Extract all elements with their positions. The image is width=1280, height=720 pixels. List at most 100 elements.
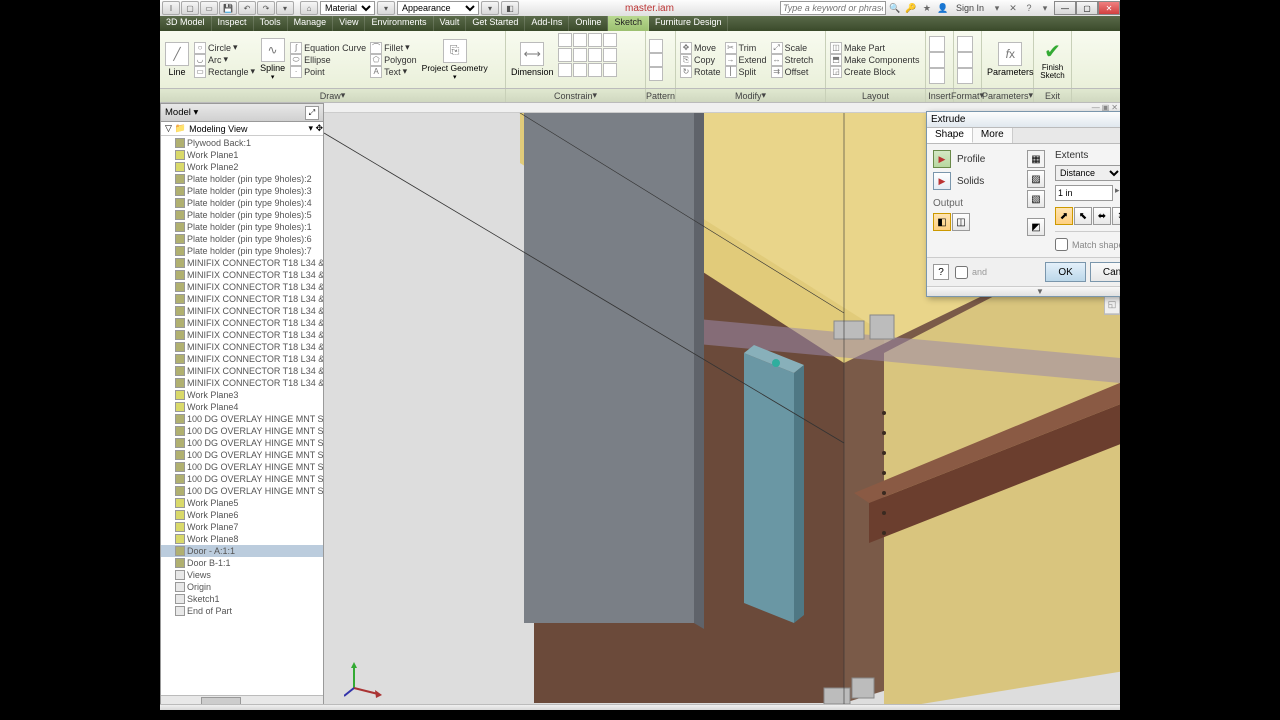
circ-pattern-icon[interactable] bbox=[649, 53, 663, 67]
direction-asym-icon[interactable]: ⬍ bbox=[1112, 207, 1120, 225]
tree-item[interactable]: 100 DG OVERLAY HINGE MNT SCRE bbox=[161, 473, 323, 485]
tab-more[interactable]: More bbox=[973, 128, 1013, 143]
tree-item[interactable]: 100 DG OVERLAY HINGE MNT SCRE bbox=[161, 449, 323, 461]
dialog-expand-button[interactable]: ▼ bbox=[927, 286, 1120, 296]
tree-item[interactable]: Plate holder (pin type 9holes):5 bbox=[161, 209, 323, 221]
rect-pattern-icon[interactable] bbox=[649, 39, 663, 53]
collinear-icon[interactable] bbox=[573, 33, 587, 47]
browser-tree[interactable]: Plywood Back:1Work Plane1Work Plane2Plat… bbox=[161, 136, 323, 695]
ellipse-button[interactable]: ⬭Ellipse bbox=[289, 54, 367, 66]
tab-inspect[interactable]: Inspect bbox=[212, 16, 254, 31]
tab-tools[interactable]: Tools bbox=[254, 16, 288, 31]
new-icon[interactable]: ▢ bbox=[181, 1, 199, 15]
material-pick-icon[interactable]: ▾ bbox=[377, 1, 395, 15]
dialog-help-icon[interactable]: ? bbox=[933, 264, 949, 280]
mirror-icon[interactable] bbox=[649, 67, 663, 81]
help-search-input[interactable] bbox=[780, 1, 886, 15]
make-part-button[interactable]: ◫Make Part bbox=[829, 42, 921, 54]
op-intersect-icon[interactable]: ▧ bbox=[1027, 190, 1045, 208]
tree-item[interactable]: 100 DG OVERLAY HINGE MNT SCRE bbox=[161, 485, 323, 497]
tab-3d-model[interactable]: 3D Model bbox=[160, 16, 212, 31]
tree-item[interactable]: Work Plane6 bbox=[161, 509, 323, 521]
split-button[interactable]: ⎮Split bbox=[724, 66, 768, 78]
arc-button[interactable]: ◡Arc ▾ bbox=[193, 54, 256, 66]
finish-sketch-button[interactable]: ✔Finish Sketch bbox=[1037, 33, 1068, 86]
app-menu-icon[interactable]: I bbox=[162, 1, 180, 15]
tree-item[interactable]: Plywood Back:1 bbox=[161, 137, 323, 149]
stretch-button[interactable]: ↔Stretch bbox=[770, 54, 815, 66]
horizontal-icon[interactable] bbox=[588, 48, 602, 62]
tab-shape[interactable]: Shape bbox=[927, 128, 973, 143]
circle-button[interactable]: ○Circle ▾ bbox=[193, 42, 256, 54]
undo-icon[interactable]: ↶ bbox=[238, 1, 256, 15]
material-dropdown[interactable]: Material bbox=[320, 1, 375, 15]
cancel-button[interactable]: Cancel bbox=[1090, 262, 1120, 282]
save-icon[interactable]: 💾 bbox=[219, 1, 237, 15]
trim-button[interactable]: ✂Trim bbox=[724, 42, 768, 54]
sign-in-link[interactable]: Sign In bbox=[956, 3, 984, 13]
direction-sym-icon[interactable]: ⬌ bbox=[1093, 207, 1111, 225]
tree-item[interactable]: Work Plane1 bbox=[161, 149, 323, 161]
tree-item[interactable]: MINIFIX CONNECTOR T18 L34 & 2W bbox=[161, 365, 323, 377]
tab-get-started[interactable]: Get Started bbox=[466, 16, 525, 31]
tab-view[interactable]: View bbox=[333, 16, 365, 31]
tree-item[interactable]: Plate holder (pin type 9holes):1 bbox=[161, 221, 323, 233]
ok-button[interactable]: OK bbox=[1045, 262, 1085, 282]
tab-furniture-design[interactable]: Furniture Design bbox=[649, 16, 729, 31]
text-button[interactable]: AText ▾ bbox=[369, 66, 418, 78]
tree-item[interactable]: Sketch1 bbox=[161, 593, 323, 605]
make-components-button[interactable]: ⬒Make Components bbox=[829, 54, 921, 66]
tab-manage[interactable]: Manage bbox=[288, 16, 334, 31]
dialog-titlebar[interactable]: Extrude ✕ bbox=[927, 112, 1120, 128]
sign-in-menu-icon[interactable]: ▾ bbox=[990, 1, 1004, 15]
tab-environments[interactable]: Environments bbox=[365, 16, 433, 31]
tree-item[interactable]: Plate holder (pin type 9holes):2 bbox=[161, 173, 323, 185]
tree-item[interactable]: MINIFIX CONNECTOR T18 L34 & 2W bbox=[161, 329, 323, 341]
tree-item[interactable]: Work Plane8 bbox=[161, 533, 323, 545]
tree-item[interactable]: 100 DG OVERLAY HINGE MNT SCRE bbox=[161, 413, 323, 425]
open-icon[interactable]: ▭ bbox=[200, 1, 218, 15]
search-icon[interactable]: 🔍 bbox=[888, 1, 902, 15]
help-icon[interactable]: ? bbox=[1022, 1, 1036, 15]
tangent-icon[interactable] bbox=[558, 63, 572, 77]
point-button[interactable]: ·Point bbox=[289, 66, 367, 78]
browser-view-row[interactable]: ▽ 📁 Modeling View ▾ ✥ bbox=[161, 122, 323, 136]
tree-item[interactable]: MINIFIX CONNECTOR T18 L34 & 2W bbox=[161, 377, 323, 389]
tree-item[interactable]: MINIFIX CONNECTOR T18 L34 & 2W bbox=[161, 305, 323, 317]
output-solid-icon[interactable]: ◧ bbox=[933, 213, 951, 231]
tree-item[interactable]: Plate holder (pin type 9holes):4 bbox=[161, 197, 323, 209]
tree-item[interactable]: 100 DG OVERLAY HINGE MNT SCRE bbox=[161, 461, 323, 473]
rectangle-button[interactable]: ▭Rectangle ▾ bbox=[193, 66, 256, 78]
tree-item[interactable]: Views bbox=[161, 569, 323, 581]
help-menu-icon[interactable]: ▾ bbox=[1038, 1, 1052, 15]
direction-2-icon[interactable]: ⬉ bbox=[1074, 207, 1092, 225]
tree-item[interactable]: MINIFIX CONNECTOR T18 L34 & 2W bbox=[161, 317, 323, 329]
tree-item[interactable]: Work Plane4 bbox=[161, 401, 323, 413]
tab-vault[interactable]: Vault bbox=[434, 16, 467, 31]
smooth-icon[interactable] bbox=[573, 63, 587, 77]
appearance-pick-icon[interactable]: ▾ bbox=[481, 1, 499, 15]
close-button[interactable]: ✕ bbox=[1098, 1, 1120, 15]
perpendicular-icon[interactable] bbox=[573, 48, 587, 62]
extents-mode-dropdown[interactable]: Distance bbox=[1055, 165, 1120, 181]
equal-icon[interactable] bbox=[603, 63, 617, 77]
tree-item[interactable]: Work Plane5 bbox=[161, 497, 323, 509]
match-shape-checkbox[interactable] bbox=[1055, 238, 1068, 251]
minimize-button[interactable]: — bbox=[1054, 1, 1076, 15]
dimension-button[interactable]: ⟷Dimension bbox=[509, 33, 556, 86]
project-geometry-button[interactable]: ⎘Project Geometry▾ bbox=[420, 33, 490, 86]
centerline-icon[interactable] bbox=[957, 52, 973, 68]
user-icon[interactable]: 👤 bbox=[936, 1, 950, 15]
direction-1-icon[interactable]: ⬈ bbox=[1055, 207, 1073, 225]
tree-item[interactable]: Origin bbox=[161, 581, 323, 593]
tree-item[interactable]: Door - A:1:1 bbox=[161, 545, 323, 557]
create-block-button[interactable]: ◲Create Block bbox=[829, 66, 921, 78]
tab-add-ins[interactable]: Add-Ins bbox=[525, 16, 569, 31]
rotate-button[interactable]: ↻Rotate bbox=[679, 66, 722, 78]
tree-item[interactable]: MINIFIX CONNECTOR T18 L34 & 2W bbox=[161, 281, 323, 293]
browser-pin-icon[interactable]: ⤢ bbox=[305, 106, 319, 120]
polygon-button[interactable]: ⬠Polygon bbox=[369, 54, 418, 66]
tree-item[interactable]: End of Part bbox=[161, 605, 323, 617]
qat-more-icon[interactable]: ▾ bbox=[276, 1, 294, 15]
tree-item[interactable]: MINIFIX CONNECTOR T18 L34 & 2W bbox=[161, 269, 323, 281]
